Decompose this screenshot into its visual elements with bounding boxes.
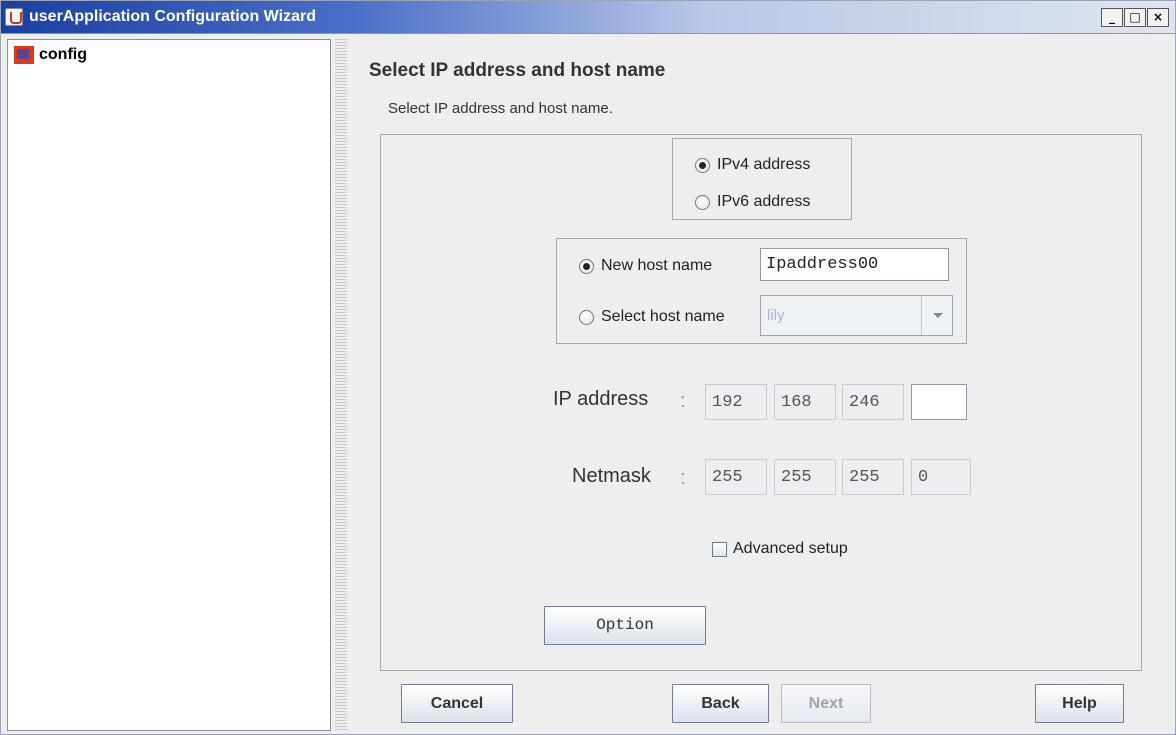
ipv4-radio-circle[interactable]: [695, 157, 710, 173]
new-host-radio-circle[interactable]: [579, 258, 594, 274]
ip-octet-3: 246: [842, 384, 904, 420]
new-host-name-input[interactable]: Ipaddress00: [760, 248, 949, 281]
window-controls: _ □ ×: [1100, 8, 1169, 27]
netmask-octet-4: 0: [911, 459, 971, 495]
advanced-setup-checkbox[interactable]: Advanced setup: [712, 540, 848, 558]
new-host-radio[interactable]: New host name: [579, 257, 712, 275]
ip-address-label: IP address: [553, 388, 649, 410]
netmask-octet-3: 255: [842, 459, 904, 495]
config-tree: config: [7, 39, 331, 731]
option-button[interactable]: Option: [544, 606, 706, 645]
wizard-window: userApplication Configuration Wizard _ □…: [0, 0, 1176, 735]
page-description: Select IP address and host name.: [388, 100, 613, 117]
advanced-setup-label: Advanced setup: [733, 540, 848, 557]
tree-node-config[interactable]: config: [14, 46, 87, 64]
chevron-down-icon[interactable]: [921, 296, 952, 335]
next-button[interactable]: Next: [781, 684, 871, 723]
select-host-label: Select host name: [601, 308, 725, 325]
cancel-button[interactable]: Cancel: [401, 684, 513, 723]
ip-octet-2: 168: [774, 384, 836, 420]
ipv6-label: IPv6 address: [717, 193, 811, 210]
netmask-octet-1: 255: [705, 459, 767, 495]
minimize-button[interactable]: _: [1101, 8, 1123, 27]
new-host-label: New host name: [601, 257, 713, 274]
maximize-button[interactable]: □: [1124, 8, 1146, 27]
ipv6-radio[interactable]: IPv6 address: [695, 193, 810, 211]
host-name-group: New host name Ipaddress00 Select host na…: [556, 238, 967, 344]
close-button[interactable]: ×: [1147, 8, 1169, 27]
title-bar[interactable]: userApplication Configuration Wizard _ □…: [1, 1, 1175, 34]
advanced-setup-box[interactable]: [712, 541, 727, 557]
help-button[interactable]: Help: [1035, 684, 1124, 723]
settings-panel: IPv4 address IPv6 address New host name …: [380, 134, 1142, 671]
window-title: userApplication Configuration Wizard: [29, 8, 316, 25]
split-pane-divider[interactable]: [335, 39, 347, 731]
select-host-radio[interactable]: Select host name: [579, 308, 725, 326]
page-title: Select IP address and host name: [369, 60, 666, 81]
ip-octet-1: 192: [705, 384, 767, 420]
ip-version-group: IPv4 address IPv6 address: [672, 138, 852, 220]
back-button[interactable]: Back: [672, 684, 769, 723]
config-node-icon: [14, 46, 34, 64]
netmask-octet-2: 255: [774, 459, 836, 495]
select-host-radio-circle[interactable]: [579, 309, 594, 325]
ipv6-radio-circle[interactable]: [695, 194, 710, 210]
netmask-separator: :: [680, 467, 686, 489]
ipv4-label: IPv4 address: [717, 156, 811, 173]
netmask-label: Netmask: [572, 465, 651, 487]
ipv4-radio[interactable]: IPv4 address: [695, 156, 810, 174]
select-host-name-value: lily: [767, 307, 785, 324]
java-app-icon: [5, 8, 23, 26]
ip-address-separator: :: [680, 390, 686, 412]
select-host-name-combo[interactable]: lily: [760, 295, 953, 336]
ip-octet-4-input[interactable]: [911, 384, 967, 420]
tree-node-label: config: [39, 46, 87, 63]
